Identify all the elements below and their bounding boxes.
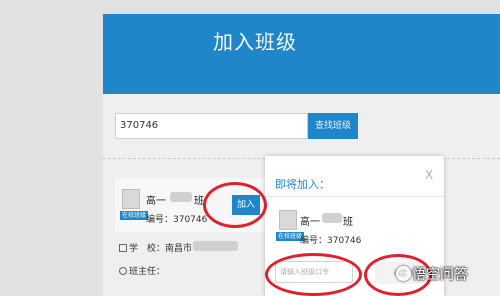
teacher-info: 班主任： (119, 264, 165, 277)
watermark: 悟空问答 (412, 267, 468, 283)
class-name-suffix: 班 (343, 217, 353, 228)
search-button[interactable]: 查找班级 (308, 113, 358, 139)
highlight-circle (203, 182, 267, 228)
school-label: 学 校：南昌市 (129, 244, 193, 254)
person-icon (119, 267, 127, 275)
highlight-circle (265, 253, 362, 296)
class-name: 高一 (146, 196, 166, 207)
class-code: 编号：370746 (300, 236, 362, 246)
page-header (103, 14, 500, 94)
class-name: 高一 (300, 217, 320, 228)
blurred-text (170, 192, 192, 202)
status-badge: 在校班级 (120, 211, 149, 220)
watermark-logo-icon (396, 266, 411, 281)
dialog-divider (265, 196, 444, 197)
dialog-title: 即将加入： (275, 178, 330, 191)
school-info: 学 校：南昌市 (119, 241, 192, 254)
class-avatar-icon (279, 210, 297, 230)
close-icon[interactable]: X (425, 168, 433, 182)
blurred-text (322, 213, 342, 223)
teacher-label: 班主任： (129, 267, 166, 277)
blurred-text (193, 241, 238, 251)
building-icon (119, 244, 127, 252)
page-title: 加入班级 (213, 30, 297, 54)
class-avatar-icon (122, 189, 140, 209)
search-input[interactable]: 370746 (115, 113, 308, 139)
class-code: 编号：370746 (146, 215, 208, 225)
